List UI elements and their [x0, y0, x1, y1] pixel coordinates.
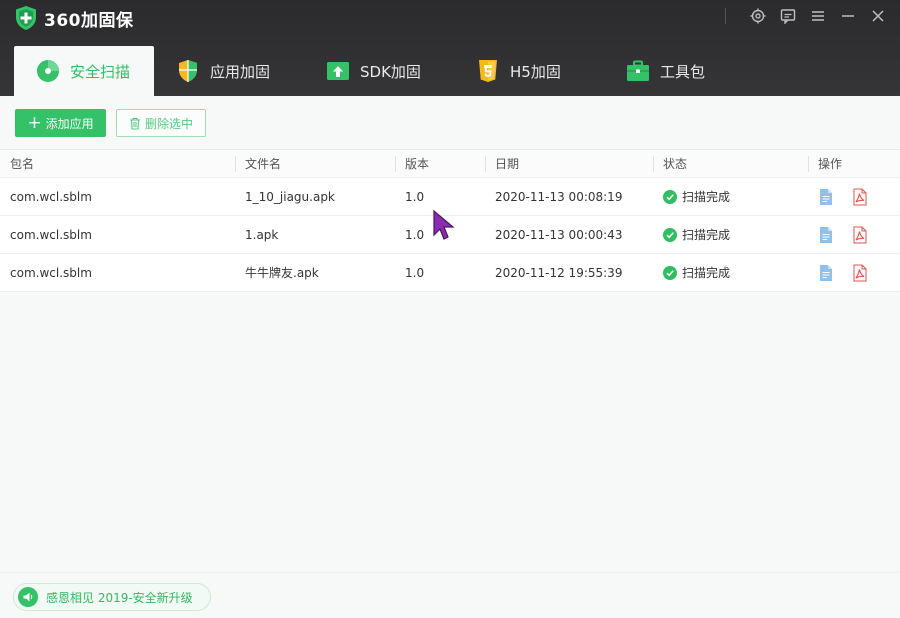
status-text: 扫描完成 [682, 227, 731, 242]
tab-label: SDK加固 [360, 62, 421, 81]
logo-shield-icon [16, 6, 36, 30]
main-tabs: 安全扫描 应用加固 SDK加固 H5加固 工具包 [14, 46, 754, 96]
toolbar: + 添加应用 删除选中 [0, 96, 900, 150]
table-header: 包名 文件名 版本 日期 状态 操作 [0, 150, 900, 178]
plus-icon: + [27, 112, 42, 133]
tab-label: 安全扫描 [70, 62, 131, 81]
status-cell: 扫描完成 [653, 254, 808, 292]
app-title: 360加固保 [44, 10, 134, 31]
announcement-pill[interactable]: 感恩相见 2019-安全新升级 [13, 583, 211, 611]
status-text: 扫描完成 [682, 265, 731, 280]
speaker-icon [18, 587, 38, 607]
delete-selected-label: 删除选中 [144, 116, 193, 131]
actions-cell [808, 178, 900, 216]
column-header-version[interactable]: 版本 [395, 150, 485, 178]
column-header-date[interactable]: 日期 [485, 150, 653, 178]
report-pdf-icon[interactable] [852, 264, 868, 282]
sdk-upload-icon [327, 62, 349, 80]
scan-date: 2020-11-12 19:55:39 [495, 265, 623, 280]
tab-toolbox[interactable]: 工具包 [604, 46, 754, 96]
table-row[interactable]: com.wcl.sblm 牛牛牌友.apk 1.0 2020-11-12 19:… [0, 254, 900, 292]
feedback-icon[interactable] [778, 6, 798, 26]
package-name: com.wcl.sblm [10, 189, 92, 204]
trash-icon [129, 117, 140, 130]
tab-h5-hardening[interactable]: H5加固 [454, 46, 604, 96]
status-cell: 扫描完成 [653, 178, 808, 216]
check-circle-icon [663, 189, 677, 204]
package-name: com.wcl.sblm [10, 227, 92, 242]
file-name: 牛牛牌友.apk [245, 265, 319, 280]
announcement-text: 感恩相见 2019-安全新升级 [46, 590, 193, 605]
status-text: 扫描完成 [682, 189, 731, 204]
window-controls [725, 6, 888, 26]
column-header-actions[interactable]: 操作 [808, 150, 900, 178]
scan-icon [37, 60, 59, 82]
status-cell: 扫描完成 [653, 216, 808, 254]
file-name: 1.apk [245, 227, 279, 242]
add-app-label: 添加应用 [45, 116, 94, 131]
scan-date: 2020-11-13 00:08:19 [495, 189, 623, 204]
scan-date: 2020-11-13 00:00:43 [495, 227, 623, 242]
package-name: com.wcl.sblm [10, 265, 92, 280]
report-doc-icon[interactable] [818, 264, 834, 282]
actions-cell [808, 254, 900, 292]
tab-security-scan[interactable]: 安全扫描 [14, 46, 154, 96]
app-logo: 360加固保 [14, 4, 134, 32]
delete-selected-button[interactable]: 删除选中 [116, 109, 206, 137]
close-icon[interactable] [868, 6, 888, 26]
tab-sdk-hardening[interactable]: SDK加固 [304, 46, 454, 96]
toolbox-icon [627, 60, 649, 81]
menu-icon[interactable] [808, 6, 828, 26]
check-circle-icon [663, 227, 677, 242]
tab-label: H5加固 [510, 62, 561, 81]
report-pdf-icon[interactable] [852, 188, 868, 206]
report-doc-icon[interactable] [818, 226, 834, 244]
footer: 感恩相见 2019-安全新升级 [0, 572, 900, 618]
check-circle-icon [663, 265, 677, 280]
tab-label: 工具包 [660, 62, 706, 81]
app-window: 360加固保 安全扫描 应用加固 SDK加固 H5加固 工具包 + 添加应用 删… [0, 0, 900, 618]
report-pdf-icon[interactable] [852, 226, 868, 244]
tab-label: 应用加固 [210, 62, 271, 81]
add-app-button[interactable]: + 添加应用 [15, 109, 106, 137]
report-doc-icon[interactable] [818, 188, 834, 206]
settings-icon[interactable] [748, 6, 768, 26]
tab-app-hardening[interactable]: 应用加固 [154, 46, 304, 96]
version: 1.0 [405, 265, 425, 280]
divider [725, 8, 726, 24]
mouse-cursor-icon [433, 209, 455, 240]
column-header-status[interactable]: 状态 [653, 150, 808, 178]
file-name: 1_10_jiagu.apk [245, 189, 335, 204]
minimize-icon[interactable] [838, 6, 858, 26]
title-bar: 360加固保 安全扫描 应用加固 SDK加固 H5加固 工具包 [0, 0, 900, 96]
shield-icon [179, 60, 197, 82]
actions-cell [808, 216, 900, 254]
html5-icon [479, 60, 497, 82]
column-header-filename[interactable]: 文件名 [235, 150, 395, 178]
column-header-package[interactable]: 包名 [0, 150, 235, 178]
